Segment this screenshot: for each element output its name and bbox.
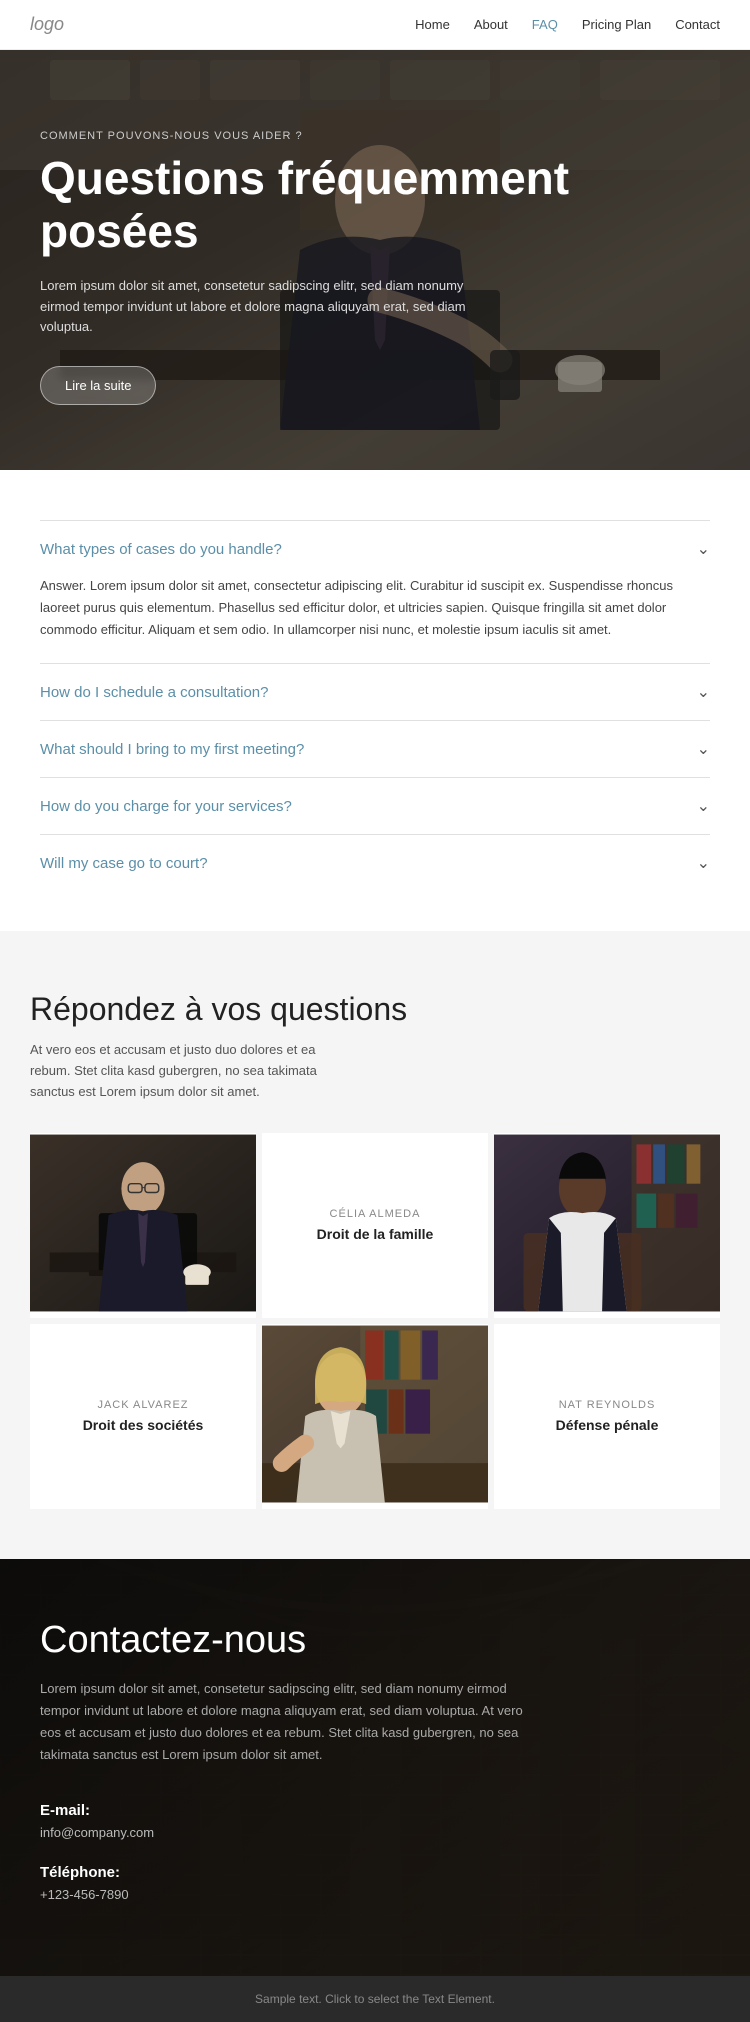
team-card-jack: JACK ALVAREZ Droit des sociétés <box>30 1324 256 1509</box>
faq-question-4[interactable]: How do you charge for your services? ⌄ <box>40 796 710 816</box>
team-card-photo-left <box>30 1133 256 1318</box>
contact-description: Lorem ipsum dolor sit amet, consetetur s… <box>40 1678 540 1766</box>
faq-question-3[interactable]: What should I bring to my first meeting?… <box>40 739 710 759</box>
contact-content: Contactez-nous Lorem ipsum dolor sit ame… <box>40 1619 710 1902</box>
nav-links: Home About FAQ Pricing Plan Contact <box>415 17 720 32</box>
team-title: Répondez à vos questions <box>30 991 720 1028</box>
footer: Sample text. Click to select the Text El… <box>0 1976 750 2022</box>
faq-item-4: How do you charge for your services? ⌄ <box>40 777 710 834</box>
faq-item-5: Will my case go to court? ⌄ <box>40 834 710 891</box>
chevron-down-icon-2: ⌄ <box>697 682 710 702</box>
hero-content: COMMENT POUVONS-NOUS VOUS AIDER ? Questi… <box>0 50 750 445</box>
faq-item-3: What should I bring to my first meeting?… <box>40 720 710 777</box>
contact-title: Contactez-nous <box>40 1619 710 1662</box>
hero-description: Lorem ipsum dolor sit amet, consetetur s… <box>40 276 480 338</box>
chevron-down-icon-1: ⌄ <box>697 539 710 559</box>
faq-question-text-3: What should I bring to my first meeting? <box>40 741 304 758</box>
faq-question-1[interactable]: What types of cases do you handle? ⌄ <box>40 539 710 559</box>
faq-question-text-1: What types of cases do you handle? <box>40 541 282 558</box>
contact-section: Contactez-nous Lorem ipsum dolor sit ame… <box>0 1559 750 1976</box>
faq-question-text-4: How do you charge for your services? <box>40 798 292 815</box>
faq-question-5[interactable]: Will my case go to court? ⌄ <box>40 853 710 873</box>
team-grid: CÉLIA ALMEDA Droit de la famille <box>30 1133 720 1509</box>
team-member-role-nat: Défense pénale <box>556 1417 659 1433</box>
hero-title: Questions fréquemment posées <box>40 152 710 258</box>
team-member-name-nat: NAT REYNOLDS <box>556 1399 659 1411</box>
team-member-role-jack: Droit des sociétés <box>83 1417 204 1433</box>
chevron-down-icon-4: ⌄ <box>697 796 710 816</box>
faq-question-2[interactable]: How do I schedule a consultation? ⌄ <box>40 682 710 702</box>
team-card-celia: CÉLIA ALMEDA Droit de la famille <box>262 1133 488 1318</box>
team-card-nat: NAT REYNOLDS Défense pénale <box>494 1324 720 1509</box>
navbar: logo Home About FAQ Pricing Plan Contact <box>0 0 750 50</box>
nav-contact[interactable]: Contact <box>675 17 720 32</box>
team-card-photo-right <box>494 1133 720 1318</box>
faq-item-1: What types of cases do you handle? ⌄ Ans… <box>40 520 710 663</box>
chevron-down-icon-3: ⌄ <box>697 739 710 759</box>
faq-question-text-2: How do I schedule a consultation? <box>40 684 268 701</box>
nav-about[interactable]: About <box>474 17 508 32</box>
footer-text: Sample text. Click to select the Text El… <box>255 1992 495 2006</box>
team-card-nat-info: NAT REYNOLDS Défense pénale <box>540 1383 675 1449</box>
hero-subtitle: COMMENT POUVONS-NOUS VOUS AIDER ? <box>40 130 710 142</box>
team-member-name-celia: CÉLIA ALMEDA <box>317 1208 434 1220</box>
faq-question-text-5: Will my case go to court? <box>40 855 208 872</box>
nav-home[interactable]: Home <box>415 17 450 32</box>
nav-faq[interactable]: FAQ <box>532 17 558 32</box>
hero-section: COMMENT POUVONS-NOUS VOUS AIDER ? Questi… <box>0 50 750 470</box>
faq-item-2: How do I schedule a consultation? ⌄ <box>40 663 710 720</box>
faq-answer-1: Answer. Lorem ipsum dolor sit amet, cons… <box>40 575 710 645</box>
hero-cta-button[interactable]: Lire la suite <box>40 366 156 405</box>
team-photo-5 <box>262 1324 488 1504</box>
team-member-name-jack: JACK ALVAREZ <box>83 1399 204 1411</box>
team-member-role-celia: Droit de la famille <box>317 1226 434 1242</box>
team-card-jack-info: JACK ALVAREZ Droit des sociétés <box>67 1383 220 1449</box>
team-description: At vero eos et accusam et justo duo dolo… <box>30 1040 350 1102</box>
team-photo-3 <box>494 1133 720 1313</box>
faq-section: What types of cases do you handle? ⌄ Ans… <box>0 470 750 931</box>
team-card-celia-info: CÉLIA ALMEDA Droit de la famille <box>301 1192 450 1258</box>
team-card-photo-center <box>262 1324 488 1509</box>
contact-email-label: E-mail: <box>40 1802 710 1819</box>
chevron-down-icon-5: ⌄ <box>697 853 710 873</box>
logo: logo <box>30 14 64 35</box>
team-section: Répondez à vos questions At vero eos et … <box>0 931 750 1558</box>
team-photo-1 <box>30 1133 256 1313</box>
nav-pricing[interactable]: Pricing Plan <box>582 17 651 32</box>
contact-phone-label: Téléphone: <box>40 1864 710 1881</box>
contact-phone-value: +123-456-7890 <box>40 1887 710 1902</box>
